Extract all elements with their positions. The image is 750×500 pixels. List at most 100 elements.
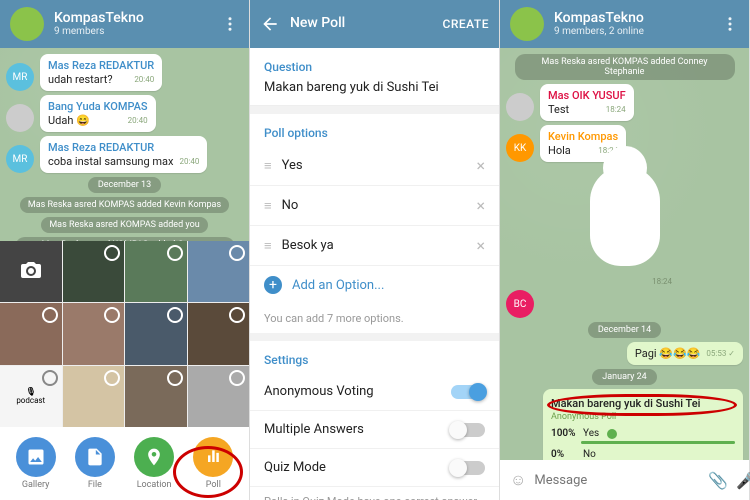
attach-poll[interactable]: Poll bbox=[193, 437, 233, 490]
message-text: Test bbox=[548, 103, 569, 116]
drag-handle-icon[interactable]: ≡ bbox=[264, 238, 272, 254]
chat-messages: Mas Reska asred KOMPAS added Conney Step… bbox=[500, 48, 749, 460]
avatar[interactable] bbox=[506, 93, 534, 121]
attach-icon[interactable]: 📎 bbox=[708, 471, 728, 490]
group-avatar[interactable] bbox=[10, 7, 44, 41]
gallery-thumb[interactable] bbox=[125, 366, 187, 428]
gallery-thumb[interactable] bbox=[0, 303, 62, 365]
attach-gallery[interactable]: Gallery bbox=[16, 437, 56, 490]
remove-option-icon[interactable]: × bbox=[476, 236, 485, 255]
poll-option-row: ≡ Yes × bbox=[250, 146, 499, 186]
drag-handle-icon[interactable]: ≡ bbox=[264, 198, 272, 214]
gallery-thumb[interactable]: 🎙podcast bbox=[0, 366, 62, 428]
gallery-thumb[interactable] bbox=[125, 303, 187, 365]
message-text: Udah 😄 bbox=[48, 114, 90, 127]
setting-label: Anonymous Voting bbox=[264, 384, 374, 399]
attach-location[interactable]: Location bbox=[134, 437, 174, 490]
add-option-button[interactable]: + Add an Option... bbox=[250, 266, 499, 304]
quiz-hint: Polls in Quiz Mode have one correct answ… bbox=[250, 487, 499, 500]
gallery-thumb[interactable] bbox=[63, 303, 125, 365]
setting-row: Multiple Answers bbox=[250, 411, 499, 449]
message-bubble[interactable]: Mas Reza REDAKTUR udah restart? 20:40 bbox=[40, 54, 162, 91]
system-message: Mas Reska asred KOMPAS added you bbox=[41, 217, 207, 233]
settings-label: Settings bbox=[250, 341, 499, 373]
poll-option-row: ≡ Besok ya × bbox=[250, 226, 499, 266]
message-bubble[interactable]: Pagi 😂😂😂05:53 ✓ bbox=[627, 342, 743, 365]
avatar[interactable]: MR bbox=[6, 63, 34, 91]
sender-name: Mas OIK YUSUF bbox=[548, 89, 626, 102]
avatar[interactable]: BC bbox=[506, 290, 534, 318]
setting-row: Quiz Mode bbox=[250, 449, 499, 487]
chat-header: KompasTekno 9 members, 2 online bbox=[500, 0, 749, 48]
setting-row: Anonymous Voting bbox=[250, 373, 499, 411]
option-input[interactable]: No bbox=[282, 198, 467, 213]
drag-handle-icon[interactable]: ≡ bbox=[264, 158, 272, 174]
poll-option-row: ≡ No × bbox=[250, 186, 499, 226]
poll-result-option[interactable]: 0%No bbox=[551, 449, 735, 460]
more-icon[interactable] bbox=[221, 15, 239, 33]
chat-title: KompasTekno bbox=[554, 11, 711, 26]
options-hint: You can add 7 more options. bbox=[250, 304, 499, 333]
option-input[interactable]: Besok ya bbox=[282, 238, 467, 253]
panel-chat-attach: KompasTekno 9 members MR Mas Reza REDAKT… bbox=[0, 0, 250, 500]
remove-option-icon[interactable]: × bbox=[476, 156, 485, 175]
message-text: coba instal samsung max bbox=[48, 155, 173, 168]
more-icon[interactable] bbox=[721, 15, 739, 33]
question-label: Question bbox=[250, 48, 499, 80]
chat-messages: MR Mas Reza REDAKTUR udah restart? 20:40… bbox=[0, 48, 249, 241]
date-separator: December 13 bbox=[88, 177, 161, 193]
gallery-thumb[interactable] bbox=[125, 241, 187, 303]
gallery-grid: 🎙podcast bbox=[0, 241, 249, 428]
avatar[interactable]: MR bbox=[6, 145, 34, 173]
gallery-thumb[interactable] bbox=[188, 241, 250, 303]
toggle-switch[interactable] bbox=[451, 385, 485, 399]
message-input[interactable] bbox=[534, 473, 700, 488]
message-time: 20:40 bbox=[134, 75, 154, 84]
question-input[interactable]: Makan bareng yuk di Sushi Tei bbox=[250, 80, 499, 106]
poll-question: Makan bareng yuk di Sushi Tei bbox=[551, 397, 735, 410]
poll-type-label: Anonymous Poll bbox=[551, 412, 735, 422]
chat-header: KompasTekno 9 members bbox=[0, 0, 249, 48]
gallery-thumb[interactable] bbox=[63, 241, 125, 303]
toggle-switch[interactable] bbox=[451, 461, 485, 475]
date-separator: December 14 bbox=[588, 322, 661, 338]
chat-title: KompasTekno bbox=[54, 11, 211, 26]
group-avatar[interactable] bbox=[510, 7, 544, 41]
attach-file[interactable]: File bbox=[75, 437, 115, 490]
message-text: udah restart? bbox=[48, 73, 113, 86]
avatar[interactable]: KK bbox=[506, 134, 534, 162]
poll-message[interactable]: Makan bareng yuk di Sushi Tei Anonymous … bbox=[543, 389, 743, 460]
sender-name: Mas Reza REDAKTUR bbox=[48, 141, 199, 154]
attachment-sheet: 🎙podcast Gallery File Location Poll bbox=[0, 241, 249, 500]
poll-result-option[interactable]: 100%Yes bbox=[551, 428, 735, 444]
attach-options: Gallery File Location Poll bbox=[0, 427, 249, 500]
option-input[interactable]: Yes bbox=[282, 158, 467, 173]
chat-subtitle: 9 members, 2 online bbox=[554, 26, 711, 37]
avatar[interactable] bbox=[6, 104, 34, 132]
gallery-thumb[interactable] bbox=[188, 303, 250, 365]
system-message: Mas Reska asred KOMPAS added Kevin Kompa… bbox=[20, 197, 229, 213]
message-time: 20:40 bbox=[179, 157, 199, 166]
message-bubble[interactable]: Mas OIK YUSUF Test 18:24 bbox=[540, 84, 634, 121]
back-icon[interactable] bbox=[260, 14, 280, 34]
mic-icon[interactable]: 🎤 bbox=[736, 471, 750, 490]
setting-label: Quiz Mode bbox=[264, 460, 326, 475]
camera-cell[interactable] bbox=[0, 241, 62, 303]
message-input-bar: ☺ 📎 🎤 bbox=[500, 460, 749, 500]
message-bubble[interactable]: Bang Yuda KOMPAS Udah 😄 20:40 bbox=[40, 95, 156, 132]
options-label: Poll options bbox=[250, 114, 499, 146]
panel-chat-result: KompasTekno 9 members, 2 online Mas Resk… bbox=[500, 0, 750, 500]
remove-option-icon[interactable]: × bbox=[476, 196, 485, 215]
panel-new-poll: New Poll CREATE Question Makan bareng yu… bbox=[250, 0, 500, 500]
gallery-thumb[interactable] bbox=[188, 366, 250, 428]
system-message: Mas Reska asred KOMPAS added Conney Step… bbox=[515, 54, 735, 80]
emoji-icon[interactable]: ☺ bbox=[510, 470, 526, 490]
plus-icon: + bbox=[264, 276, 282, 294]
message-bubble[interactable]: Mas Reza REDAKTUR coba instal samsung ma… bbox=[40, 136, 207, 173]
poll-form: Question Makan bareng yuk di Sushi Tei P… bbox=[250, 48, 499, 500]
gallery-thumb[interactable] bbox=[63, 366, 125, 428]
toggle-switch[interactable] bbox=[451, 423, 485, 437]
create-button[interactable]: CREATE bbox=[443, 17, 489, 31]
sticker[interactable]: 18:24 bbox=[570, 166, 680, 286]
date-separator: January 24 bbox=[592, 369, 656, 385]
